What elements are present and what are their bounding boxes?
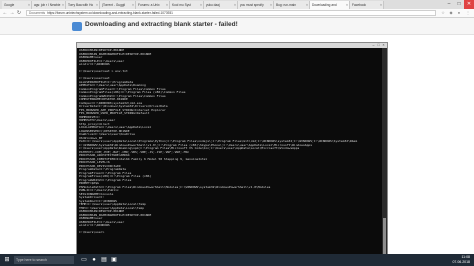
folder-icon[interactable]: ▤ — [100, 256, 108, 264]
browser-tab[interactable]: Kool mu Syst × — [170, 1, 204, 9]
terminal-titlebar: – □ × — [77, 43, 387, 48]
tab-label: Facebook — [352, 3, 366, 7]
page-title: Downloading and extracting blank starter… — [85, 21, 238, 28]
browser-tab[interactable]: Bug: run-main × — [274, 1, 310, 9]
browser-tab-active[interactable]: Downloading and × — [310, 1, 350, 9]
maximize-button[interactable]: □ — [454, 0, 464, 9]
browser-tab[interactable]: Torry Baa with Ho × — [66, 1, 100, 9]
minimize-button[interactable]: – — [444, 0, 454, 9]
extension-icon[interactable]: ◆ — [448, 10, 454, 16]
browser-icon[interactable]: ● — [90, 256, 98, 264]
terminal-screenshot: – □ × USERDOMAIN=DESKTOP-0K1NDE USERDOMAI… — [76, 42, 388, 260]
site-logo-icon[interactable] — [72, 22, 82, 31]
menu-icon[interactable]: ⋮ — [465, 10, 471, 16]
close-icon[interactable]: × — [270, 1, 272, 9]
close-icon[interactable]: × — [200, 1, 202, 9]
close-icon[interactable]: × — [96, 1, 98, 9]
close-icon[interactable]: × — [380, 1, 382, 9]
close-icon[interactable]: × — [62, 1, 64, 9]
task-view-icon[interactable]: ▭ — [80, 256, 88, 264]
window-close-button[interactable]: ✕ — [464, 0, 474, 9]
browser-tab[interactable]: Google × — [2, 1, 32, 9]
browser-tab[interactable]: you must specify × — [238, 1, 274, 9]
security-label: Documents — [29, 11, 46, 15]
url-text: https://forum.unixtechsystem.co/download… — [47, 11, 173, 15]
reload-icon[interactable]: ↻ — [16, 9, 22, 17]
tab-strip: Google × ags: job r I Newbie × Torry Baa w… — [0, 0, 474, 9]
close-icon[interactable]: × — [28, 1, 30, 9]
tab-label: ags: job r I Newbie — [34, 3, 61, 7]
tab-label: you must specify — [240, 3, 264, 7]
browser-tab[interactable]: Facebook × — [350, 1, 384, 9]
url-input[interactable]: Documents https://forum.unixtechsystem.co… — [26, 10, 436, 16]
page-header: Downloading and extracting blank starter… — [0, 18, 474, 35]
page-content: Downloading and extracting blank starter… — [0, 18, 474, 260]
tab-label: (Torrent - Guggii — [102, 3, 126, 7]
tab-label: Downloading and — [312, 3, 337, 7]
address-bar: ← → ↻ Documents https://forum.unixtechsys… — [0, 9, 474, 18]
browser-tab[interactable]: Forums: a Unix × — [136, 1, 170, 9]
clock-date: 07.06.2018 — [452, 260, 470, 264]
tab-label: Forums: a Unix — [138, 3, 160, 7]
tab-label: Torry Baa with Ho — [68, 3, 94, 7]
close-icon[interactable]: × — [132, 1, 134, 9]
start-icon[interactable]: ⊞ — [3, 256, 11, 264]
tab-label: yuku daaj — [206, 3, 220, 7]
close-icon[interactable]: × — [234, 1, 236, 9]
scrollbar-thumb — [383, 218, 386, 258]
taskbar-search-input[interactable]: Type here to search — [14, 256, 74, 264]
browser-tab[interactable]: (Torrent - Guggii × — [100, 1, 136, 9]
terminal-output: USERDOMAIN=DESKTOP-0K1NDE USERDOMAIN_ROAM… — [79, 49, 381, 257]
star-icon[interactable]: ☆ — [440, 10, 446, 16]
terminal-icon[interactable]: ▣ — [110, 256, 118, 264]
terminal-line: C:\Users\user> — [79, 230, 105, 234]
close-icon[interactable]: × — [346, 1, 348, 9]
back-icon[interactable]: ← — [2, 9, 8, 17]
terminal-scrollbar — [382, 48, 387, 259]
forward-icon[interactable]: → — [9, 9, 15, 17]
extension-icon[interactable]: ● — [456, 10, 462, 16]
browser-tab[interactable]: yuku daaj × — [204, 1, 238, 9]
system-clock[interactable]: 11:08 07.06.2018 — [452, 255, 470, 265]
browser-tab[interactable]: ags: job r I Newbie × — [32, 1, 66, 9]
close-icon[interactable]: × — [166, 1, 168, 9]
tab-label: Kool mu Syst — [172, 3, 191, 7]
tab-label: Google — [4, 3, 15, 7]
tab-label: Bug: run-main — [276, 3, 297, 7]
taskbar: ⊞ Type here to search ▭ ● ▤ ▣ 11:08 07.0… — [0, 254, 474, 266]
close-icon[interactable]: × — [306, 1, 308, 9]
